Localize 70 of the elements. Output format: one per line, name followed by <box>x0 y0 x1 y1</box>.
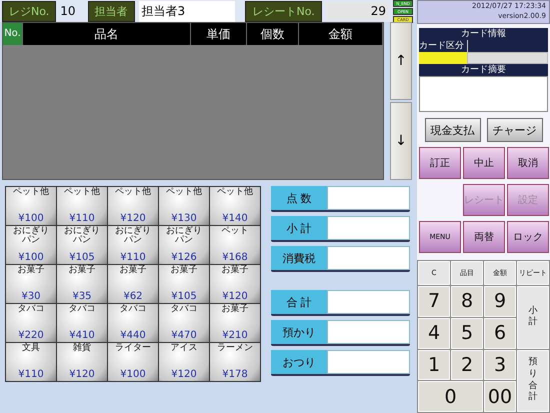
keypad-key[interactable]: 7 <box>418 286 450 317</box>
keypad-key[interactable]: 4 <box>418 318 450 348</box>
product-button[interactable]: おにぎりパン ¥100 <box>6 226 56 264</box>
product-button[interactable]: アイス ¥120 <box>159 343 209 381</box>
product-button[interactable]: お菓子 ¥35 <box>57 265 107 303</box>
product-button[interactable]: ライター ¥100 <box>108 343 158 381</box>
total-label: 消費税 <box>271 246 327 270</box>
product-button[interactable]: ペット他 ¥130 <box>159 187 209 225</box>
product-button[interactable]: タバコ ¥410 <box>57 304 107 342</box>
total-label: 合 計 <box>271 290 327 314</box>
column-header: 品名 <box>23 23 191 45</box>
receipt-label: レシートNo. <box>245 0 322 22</box>
receipt-number: 29 <box>326 2 389 20</box>
product-button[interactable]: お菓子 ¥105 <box>159 265 209 303</box>
card-info-title: カード情報 <box>419 28 548 40</box>
column-header: No. <box>3 23 23 45</box>
product-button[interactable]: タバコ ¥440 <box>108 304 158 342</box>
staff-name: 担当者3 <box>138 0 236 22</box>
scroll-up-button[interactable]: ↑ <box>390 22 412 100</box>
total-label: 点 数 <box>271 186 327 210</box>
function-button[interactable]: 訂正 <box>419 147 461 179</box>
product-button[interactable]: 雑貨 ¥120 <box>57 343 107 381</box>
product-button[interactable]: ラーメン ¥178 <box>210 343 260 381</box>
product-button[interactable]: おにぎりパン ¥110 <box>108 226 158 264</box>
keypad-key[interactable]: 9 <box>484 286 516 317</box>
product-button[interactable]: ペット ¥168 <box>210 226 260 264</box>
keypad-key[interactable]: 00 <box>484 381 516 412</box>
product-button[interactable]: ペット他 ¥110 <box>57 187 107 225</box>
staff-label: 担当者 <box>88 0 135 22</box>
keypad-key[interactable]: 2 <box>451 350 483 380</box>
product-button[interactable]: おにぎりパン ¥126 <box>159 226 209 264</box>
function-button[interactable]: 中止 <box>463 147 505 179</box>
scroll-down-button[interactable]: ↓ <box>390 102 412 180</box>
keypad-key[interactable]: 預り合計 <box>517 350 549 412</box>
total-label: 預かり <box>271 320 327 344</box>
card-memo-field[interactable] <box>419 76 548 112</box>
keypad-key[interactable]: 6 <box>484 318 516 348</box>
total-label: 小 計 <box>271 216 327 240</box>
keypad-key[interactable]: 3 <box>484 350 516 380</box>
keypad-key[interactable]: 8 <box>451 286 483 317</box>
product-button[interactable]: お菓子 ¥30 <box>6 265 56 303</box>
keypad-key[interactable]: 1 <box>418 350 450 380</box>
keypad-key[interactable]: 5 <box>451 318 483 348</box>
product-button[interactable]: お菓子 ¥120 <box>210 265 260 303</box>
column-header: 金額 <box>299 23 383 45</box>
function-button[interactable]: 両替 <box>463 221 505 253</box>
card-value-field[interactable] <box>467 52 548 64</box>
product-button[interactable]: おにぎりパン ¥105 <box>57 226 107 264</box>
function-button[interactable]: ロック <box>507 221 549 253</box>
product-button[interactable]: ペット他 ¥120 <box>108 187 158 225</box>
function-button[interactable]: 取消 <box>507 147 549 179</box>
product-button[interactable]: お菓子 ¥62 <box>108 265 158 303</box>
product-button[interactable]: お菓子 ¥210 <box>210 304 260 342</box>
keypad-key[interactable]: 小計 <box>517 286 549 348</box>
payment-button[interactable]: チャージ <box>486 118 542 142</box>
register-number: 10 <box>60 4 76 18</box>
product-button[interactable]: タバコ ¥470 <box>159 304 209 342</box>
keypad-key[interactable]: 0 <box>418 381 483 412</box>
column-header: 単価 <box>191 23 247 45</box>
product-button[interactable]: 文具 ¥110 <box>6 343 56 381</box>
product-button[interactable]: ペット他 ¥100 <box>6 187 56 225</box>
column-header: 個数 <box>247 23 299 45</box>
register-label: レジNo. <box>2 0 56 22</box>
card-memo-label: カード摘要 <box>419 64 548 76</box>
payment-button[interactable]: 現金支払 <box>424 118 480 142</box>
card-type-field[interactable] <box>419 52 467 64</box>
product-button[interactable]: タバコ ¥220 <box>6 304 56 342</box>
card-type-label: カード区分 <box>419 40 468 52</box>
total-label: おつり <box>271 350 327 374</box>
product-button[interactable]: ペット他 ¥140 <box>210 187 260 225</box>
